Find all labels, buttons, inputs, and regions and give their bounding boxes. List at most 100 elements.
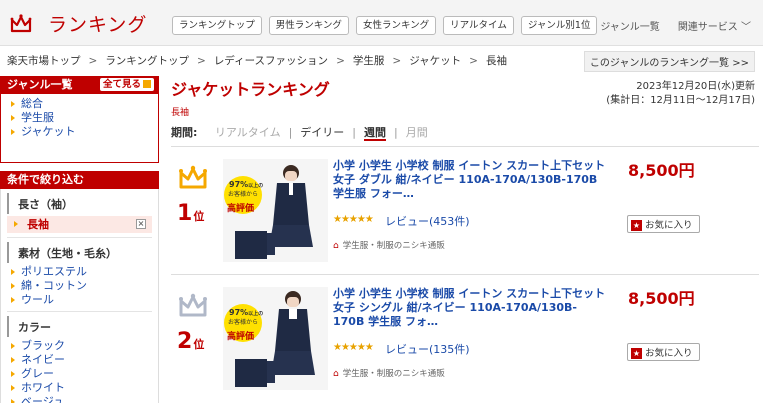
period-monthly[interactable]: 月間: [406, 126, 428, 139]
logo-text: ランキング: [48, 14, 148, 36]
svg-text:高評価: 高評価: [227, 330, 254, 342]
product-photo: 97%以上の お客様から 高評価: [223, 287, 328, 390]
top-nav: ランキングトップ 男性ランキング 女性ランキング リアルタイム ジャンル別1位: [172, 16, 598, 35]
color-gray[interactable]: グレー: [9, 367, 158, 381]
product-price: 8,500円: [628, 289, 695, 308]
selected-filter-long-sleeve[interactable]: 長袖 ×: [7, 216, 152, 233]
crown-logo-icon: [10, 13, 32, 32]
silver-crown-icon: [179, 293, 207, 317]
breadcrumb-ladies[interactable]: レディースファッション: [214, 55, 328, 67]
rank-number: 1位: [177, 201, 204, 226]
product-image[interactable]: 97%以上の お客様から 高評価: [223, 159, 328, 262]
ranking-logo[interactable]: ランキング: [10, 10, 147, 37]
crown-shape: [179, 295, 207, 317]
breadcrumb-ranking-top[interactable]: ランキングトップ: [105, 55, 189, 67]
item-divider: [171, 274, 759, 275]
favorite-label: お気に入り: [645, 220, 693, 231]
shop-home-icon: ⌂: [333, 241, 339, 251]
rank-number: 2位: [177, 329, 204, 354]
favorite-label: お気に入り: [645, 348, 693, 359]
nav-women-ranking[interactable]: 女性ランキング: [355, 16, 437, 35]
color-black[interactable]: ブラック: [9, 339, 158, 353]
product-price: 8,500円: [628, 161, 695, 180]
color-title: カラー: [7, 316, 158, 337]
genre-list-title: ジャンル一覧: [7, 78, 73, 91]
rating-stars-icon: ★★★★★: [333, 214, 374, 225]
arrow-square-icon: [143, 80, 151, 88]
period-daily[interactable]: デイリー: [300, 126, 344, 139]
color-beige[interactable]: ベージュ: [9, 395, 158, 403]
color-list: ブラック ネイビー グレー ホワイト ベージュ: [1, 339, 158, 403]
breadcrumb-rakuten-top[interactable]: 楽天市場トップ: [7, 55, 81, 67]
svg-text:高評価: 高評価: [227, 202, 254, 214]
genre-item-jacket[interactable]: ジャケット: [9, 125, 158, 139]
material-title: 素材（生地・毛糸）: [7, 242, 158, 263]
product-photo: 97%以上の お客様から 高評価: [223, 159, 328, 262]
genre-list: 総合 学生服 ジャケット: [0, 94, 159, 163]
period-realtime[interactable]: リアルタイム: [215, 126, 281, 139]
color-navy[interactable]: ネイビー: [9, 353, 158, 367]
material-wool[interactable]: ウール: [9, 293, 158, 307]
shop-link[interactable]: ⌂ 学生服・制服のニシキ通販: [333, 239, 445, 251]
svg-text:お客様から: お客様から: [228, 190, 258, 198]
see-all-label: 全て見る: [102, 79, 141, 90]
crown-shape: [179, 167, 207, 189]
material-cotton[interactable]: 綿・コットン: [9, 279, 158, 293]
period-sep: |: [288, 126, 293, 139]
material-polyester[interactable]: ポリエステル: [9, 265, 158, 279]
star-icon: ★: [631, 348, 642, 359]
genre-item-uniform[interactable]: 学生服: [9, 111, 158, 125]
remove-filter-icon[interactable]: ×: [136, 219, 146, 229]
add-favorite-button[interactable]: ★ お気に入り: [627, 343, 700, 361]
breadcrumb-sep: >: [336, 55, 345, 67]
related-services-label: 関連サービス: [677, 22, 738, 33]
chevron-down-icon: ﹀: [741, 22, 751, 33]
genre-item-overall[interactable]: 総合: [9, 97, 158, 111]
right-nav: ジャンル一覧 関連サービス ﹀: [600, 18, 751, 33]
breadcrumb-sep: >: [88, 55, 98, 67]
filter-header: 条件で絞り込む: [0, 171, 159, 189]
color-white[interactable]: ホワイト: [9, 381, 158, 395]
add-favorite-button[interactable]: ★ お気に入り: [627, 215, 700, 233]
breadcrumb-uniform[interactable]: 学生服: [353, 55, 385, 67]
product-image[interactable]: 97%以上の お客様から 高評価: [223, 287, 328, 390]
nav-men-ranking[interactable]: 男性ランキング: [268, 16, 349, 35]
related-services-menu[interactable]: 関連サービス ﹀: [678, 18, 751, 33]
ranking-item: 1位 97%以上の お客様から 高評価 小学 小学生 小学校 制服 イートン ス…: [171, 159, 759, 285]
product-title-link[interactable]: 小学 小学生 小学校 制服 イートン スカート上下セット 女子 ダブル 紺/ネイ…: [333, 159, 608, 201]
review-link[interactable]: レビュー(135件): [385, 341, 470, 357]
sidebar: ジャンル一覧 全て見る 総合 学生服 ジャケット 条件で絞り込む 長さ（袖） 長…: [0, 76, 159, 403]
breadcrumb-jacket[interactable]: ジャケット: [409, 55, 461, 67]
filter-panel: 長さ（袖） 長袖 × 素材（生地・毛糸） ポリエステル 綿・コットン ウール カ…: [0, 189, 159, 403]
rank-suffix: 位: [193, 210, 205, 223]
rank-suffix: 位: [193, 338, 205, 351]
divider: [7, 237, 152, 238]
period-selector: 期間: リアルタイム | デイリー | 週間 | 月間: [171, 124, 759, 147]
breadcrumb-long-sleeve[interactable]: 長袖: [486, 55, 507, 67]
review-link[interactable]: レビュー(453件): [385, 213, 470, 229]
product-title-link[interactable]: 小学 小学生 小学校 制服 イートン スカート上下セット 女子 シングル 紺/ネ…: [333, 287, 608, 329]
header: ランキング ランキングトップ 男性ランキング 女性ランキング リアルタイム ジャ…: [0, 0, 763, 46]
breadcrumb-sep: >: [197, 55, 206, 67]
see-all-button[interactable]: 全て見る: [99, 78, 154, 91]
genre-ranking-list-link[interactable]: このジャンルのランキング一覧 >>: [583, 51, 755, 72]
nav-ranking-top[interactable]: ランキングトップ: [172, 16, 262, 35]
sleeve-length-title: 長さ（袖）: [7, 193, 158, 214]
nav-genre-first[interactable]: ジャンル別1位: [520, 16, 598, 35]
breadcrumb: 楽天市場トップ > ランキングトップ > レディースファッション > 学生服 > ジャケット > 長…: [7, 53, 507, 68]
divider: [7, 311, 152, 312]
shop-home-icon: ⌂: [333, 369, 339, 379]
shop-name: 学生服・制服のニシキ通販: [342, 241, 445, 251]
period-sep: |: [394, 126, 398, 139]
period-label: 期間:: [171, 126, 198, 139]
aggregation-period: (集計日：12月11日～12月17日): [606, 95, 755, 106]
breadcrumb-sep: >: [469, 55, 478, 67]
shop-link[interactable]: ⌂ 学生服・制服のニシキ通販: [333, 367, 445, 379]
period-sep: |: [352, 126, 357, 139]
selected-filter-label: 長袖: [27, 218, 49, 231]
nav-realtime[interactable]: リアルタイム: [443, 16, 514, 35]
shop-name: 学生服・制服のニシキ通販: [342, 369, 445, 379]
genre-list-link[interactable]: ジャンル一覧: [600, 18, 660, 33]
material-list: ポリエステル 綿・コットン ウール: [1, 265, 158, 307]
period-weekly[interactable]: 週間: [364, 126, 387, 141]
